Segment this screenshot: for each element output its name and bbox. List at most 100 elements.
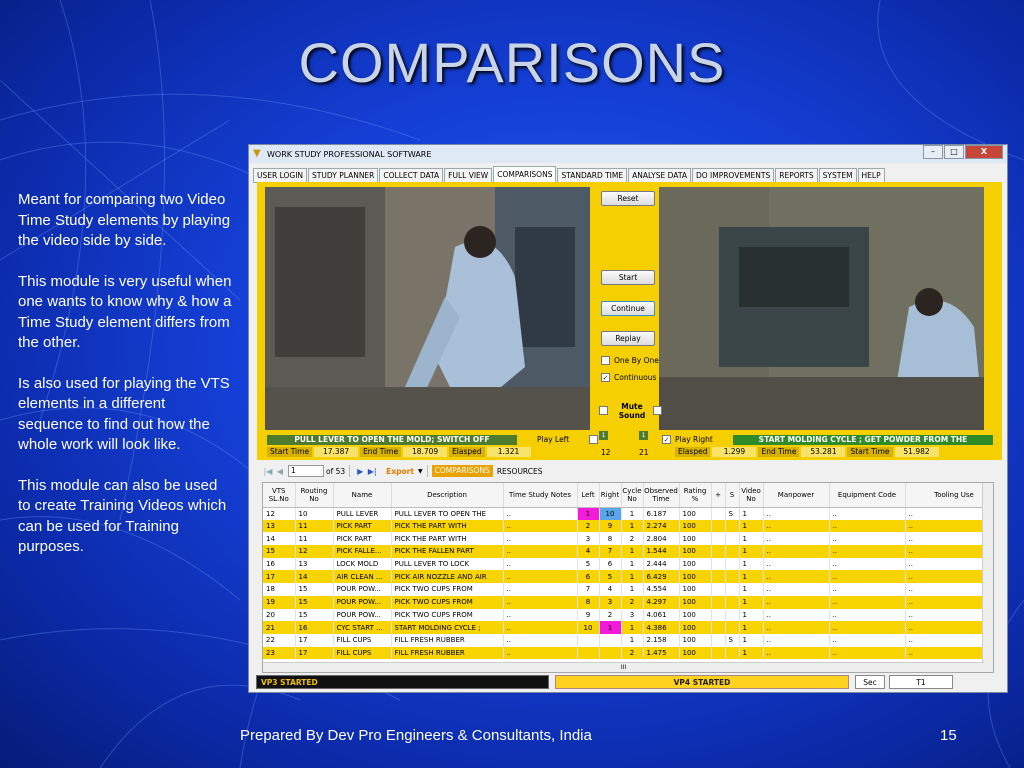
- table-cell[interactable]: PULL LEVER TO OPEN THE: [391, 507, 504, 520]
- table-cell[interactable]: [711, 583, 726, 596]
- table-cell[interactable]: 100: [679, 583, 712, 596]
- table-cell[interactable]: 4.061: [643, 608, 680, 622]
- table-cell[interactable]: ..: [905, 519, 993, 533]
- table-cell[interactable]: 23: [263, 646, 296, 660]
- table-cell[interactable]: 1: [621, 570, 644, 584]
- table-cell[interactable]: 3: [621, 608, 644, 622]
- table-cell[interactable]: 13: [295, 557, 334, 571]
- maximize-button[interactable]: □: [944, 145, 964, 159]
- table-row[interactable]: 17 14 AIR CLEAN ... PICK AIR NOZZLE AND AIR…: [263, 570, 993, 584]
- column-header[interactable]: Cycle No: [621, 483, 644, 508]
- tab-standard-time[interactable]: STANDARD TIME: [557, 168, 628, 183]
- table-cell[interactable]: [577, 633, 600, 647]
- table-cell[interactable]: [711, 507, 726, 520]
- table-cell[interactable]: 1: [739, 570, 764, 584]
- table-cell[interactable]: [577, 646, 600, 660]
- table-cell[interactable]: 5: [599, 570, 622, 584]
- table-cell[interactable]: [711, 545, 726, 558]
- table-cell[interactable]: ..: [503, 595, 578, 609]
- table-cell[interactable]: 14: [295, 570, 334, 584]
- horizontal-scrollbar[interactable]: III: [263, 662, 984, 672]
- table-cell[interactable]: 1: [739, 532, 764, 546]
- table-cell[interactable]: 5: [577, 557, 600, 571]
- column-header[interactable]: Tooling Use: [905, 483, 993, 508]
- table-cell[interactable]: ..: [905, 646, 993, 660]
- table-cell[interactable]: ..: [829, 532, 906, 546]
- column-header[interactable]: +: [711, 483, 726, 508]
- table-cell[interactable]: 1: [621, 545, 644, 558]
- table-cell[interactable]: 1: [739, 646, 764, 660]
- tab-system[interactable]: SYSTEM: [818, 168, 857, 183]
- table-cell[interactable]: ..: [503, 570, 578, 584]
- table-cell[interactable]: [725, 532, 740, 546]
- table-cell[interactable]: 1: [739, 633, 764, 647]
- mute-right-checkbox[interactable]: [653, 406, 662, 415]
- table-cell[interactable]: 8: [577, 595, 600, 609]
- table-cell[interactable]: 1: [739, 507, 764, 520]
- tab-analyse-data[interactable]: ANALYSE DATA: [628, 168, 691, 183]
- table-cell[interactable]: 7: [599, 545, 622, 558]
- table-cell[interactable]: [725, 646, 740, 660]
- minimize-button[interactable]: –: [923, 145, 943, 159]
- table-cell[interactable]: 1: [739, 557, 764, 571]
- table-cell[interactable]: 1: [577, 507, 600, 520]
- table-cell[interactable]: 18: [263, 583, 296, 596]
- table-cell[interactable]: [725, 583, 740, 596]
- table-cell[interactable]: ..: [829, 519, 906, 533]
- table-cell[interactable]: 2: [621, 595, 644, 609]
- table-cell[interactable]: PICK PART: [333, 519, 392, 533]
- column-header[interactable]: Right: [599, 483, 622, 508]
- table-cell[interactable]: 100: [679, 507, 712, 520]
- table-cell[interactable]: ..: [905, 570, 993, 584]
- column-header[interactable]: S: [725, 483, 740, 508]
- table-cell[interactable]: PICK TWO CUPS FROM: [391, 583, 504, 596]
- table-cell[interactable]: [711, 532, 726, 546]
- table-cell[interactable]: ..: [905, 621, 993, 634]
- table-cell[interactable]: 16: [295, 621, 334, 634]
- table-cell[interactable]: POUR POW...: [333, 608, 392, 622]
- continuous-checkbox[interactable]: ✓ Continuous: [601, 373, 656, 382]
- table-cell[interactable]: ..: [503, 633, 578, 647]
- table-cell[interactable]: 17: [295, 646, 334, 660]
- table-cell[interactable]: 1: [739, 519, 764, 533]
- table-cell[interactable]: 2.444: [643, 557, 680, 571]
- table-cell[interactable]: ..: [829, 646, 906, 660]
- table-cell[interactable]: [599, 646, 622, 660]
- export-button[interactable]: Export: [386, 467, 414, 476]
- table-cell[interactable]: ..: [829, 621, 906, 634]
- table-cell[interactable]: 2.804: [643, 532, 680, 546]
- table-cell[interactable]: 2: [577, 519, 600, 533]
- table-row[interactable]: 19 15 POUR POW... PICK TWO CUPS FROM.. 8 3 2 4.…: [263, 595, 993, 609]
- table-cell[interactable]: 17: [295, 633, 334, 647]
- prev-record-icon[interactable]: ◀: [274, 467, 286, 476]
- table-cell[interactable]: PICK TWO CUPS FROM: [391, 608, 504, 622]
- table-cell[interactable]: FILL FRESH RUBBER: [391, 646, 504, 660]
- table-cell[interactable]: 2.158: [643, 633, 680, 647]
- table-cell[interactable]: 9: [599, 519, 622, 533]
- table-cell[interactable]: 1: [599, 621, 622, 634]
- table-cell[interactable]: 4.554: [643, 583, 680, 596]
- table-cell[interactable]: START MOLDING CYCLE ;: [391, 621, 504, 634]
- table-cell[interactable]: 7: [577, 583, 600, 596]
- table-cell[interactable]: 10: [295, 507, 334, 520]
- table-row[interactable]: 21 16 CYC START ... START MOLDING CYCLE ;..…: [263, 621, 993, 634]
- table-cell[interactable]: 11: [295, 532, 334, 546]
- table-cell[interactable]: LOCK MOLD: [333, 557, 392, 571]
- play-right-checkbox[interactable]: ✓ Play Right: [662, 435, 713, 444]
- table-cell[interactable]: FILL FRESH RUBBER: [391, 633, 504, 647]
- vertical-scrollbar[interactable]: [982, 483, 993, 672]
- table-cell[interactable]: ..: [763, 507, 830, 520]
- table-cell[interactable]: ..: [503, 608, 578, 622]
- table-cell[interactable]: 3: [599, 595, 622, 609]
- table-row[interactable]: 18 15 POUR POW... PICK TWO CUPS FROM.. 7 4 1 4.…: [263, 583, 993, 596]
- table-row[interactable]: 16 13 LOCK MOLD PULL LEVER TO LOCK.. 5 6 1 2.44…: [263, 557, 993, 571]
- table-cell[interactable]: 1: [739, 583, 764, 596]
- table-cell[interactable]: ..: [905, 545, 993, 558]
- table-cell[interactable]: [711, 633, 726, 647]
- table-cell[interactable]: 4.297: [643, 595, 680, 609]
- table-cell[interactable]: ..: [503, 507, 578, 520]
- table-row[interactable]: 22 17 FILL CUPS FILL FRESH RUBBER.. 1 2.158 10…: [263, 633, 993, 647]
- table-cell[interactable]: 2: [599, 608, 622, 622]
- table-cell[interactable]: ..: [503, 545, 578, 558]
- table-cell[interactable]: 14: [263, 532, 296, 546]
